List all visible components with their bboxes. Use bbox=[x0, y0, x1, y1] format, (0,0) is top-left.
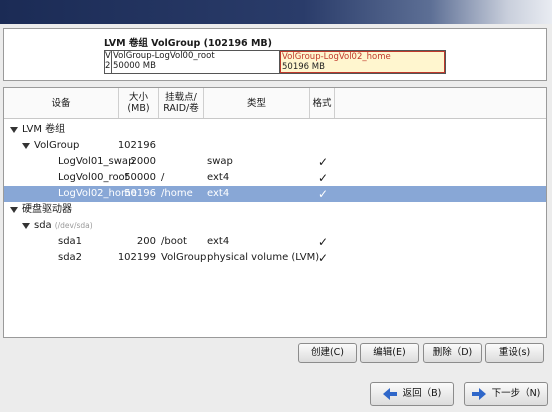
table-header: 设备 大小 (MB) 挂载点/ RAID/卷 类型 格式 bbox=[4, 88, 546, 119]
row-device-label: LVM 卷组 bbox=[22, 124, 66, 135]
row-device: LVM 卷组 bbox=[22, 122, 65, 138]
table-row[interactable]: LogVol00_root 50000 / ext4 ✓ bbox=[4, 170, 546, 186]
row-device-label: sda2 bbox=[58, 252, 83, 263]
row-type: ext4 bbox=[207, 188, 230, 199]
row-type: swap bbox=[207, 156, 233, 167]
format-check-icon[interactable]: ✓ bbox=[316, 170, 330, 186]
segment-root[interactable]: VolGroup-LogVol00_root 50000 MB bbox=[112, 51, 280, 73]
table-row[interactable]: sda (/dev/sda) bbox=[4, 218, 546, 234]
segment-home-size: 50196 MB bbox=[282, 62, 325, 72]
segment-swap[interactable]: V 2 bbox=[105, 51, 112, 73]
row-device: LogVol00_root bbox=[58, 170, 129, 186]
row-device: sda2 bbox=[58, 250, 82, 266]
row-device-label: 硬盘驱动器 bbox=[22, 204, 72, 215]
table-row[interactable]: VolGroup 102196 bbox=[4, 138, 546, 154]
edit-button[interactable]: 编辑(E) bbox=[360, 343, 419, 363]
row-size: 102196 bbox=[117, 140, 156, 151]
table-row[interactable]: LVM 卷组 bbox=[4, 122, 546, 138]
table-row[interactable]: LogVol01_swap 2000 swap ✓ bbox=[4, 154, 546, 170]
segment-swap-label: V 2 bbox=[105, 51, 111, 71]
row-device-label: VolGroup bbox=[34, 140, 80, 151]
next-button[interactable]: 下一步（N) bbox=[464, 382, 548, 406]
row-device-label: LogVol01_swap bbox=[58, 156, 135, 167]
row-mount: VolGroup bbox=[161, 252, 207, 263]
device-tree[interactable]: 设备 大小 (MB) 挂载点/ RAID/卷 类型 格式 LVM 卷组 VolGr… bbox=[3, 87, 547, 338]
column-header-size[interactable]: 大小 (MB) bbox=[119, 88, 159, 118]
row-device: LogVol01_swap bbox=[58, 154, 134, 170]
row-size: 200 bbox=[136, 236, 156, 247]
column-header-device[interactable]: 设备 bbox=[4, 88, 119, 118]
row-device: sda (/dev/sda) bbox=[34, 218, 93, 234]
row-device: sda1 bbox=[58, 234, 82, 250]
create-button[interactable]: 创建(C) bbox=[298, 343, 357, 363]
table-row[interactable]: LogVol02_home 50196/home ext4 ✓ bbox=[4, 186, 546, 202]
volume-group-title: LVM 卷组 VolGroup (102196 MB) bbox=[104, 38, 273, 49]
table-row[interactable]: 硬盘驱动器 bbox=[4, 202, 546, 218]
delete-button[interactable]: 删除（D) bbox=[423, 343, 482, 363]
row-device-label: sda1 bbox=[58, 236, 83, 247]
table-row[interactable]: sda2 102199 VolGroup physical volume (LVM) ✓ bbox=[4, 250, 546, 266]
row-type: ext4 bbox=[207, 236, 230, 247]
expander-triangle-icon[interactable] bbox=[10, 207, 18, 213]
header-banner bbox=[0, 0, 552, 24]
row-device-path: (/dev/sda) bbox=[54, 221, 93, 230]
row-mount: / bbox=[161, 172, 165, 183]
column-header-format[interactable]: 格式 bbox=[310, 88, 335, 118]
table-row[interactable]: sda1 200/boot ext4 ✓ bbox=[4, 234, 546, 250]
format-check-icon[interactable]: ✓ bbox=[316, 186, 330, 202]
segment-root-name: VolGroup-LogVol00_root bbox=[113, 51, 215, 61]
back-button-label: 返回（B) bbox=[402, 388, 442, 399]
row-device-label: LogVol00_root bbox=[58, 172, 129, 183]
segment-home-name: VolGroup-LogVol02_home bbox=[282, 52, 391, 62]
column-header-mount[interactable]: 挂载点/ RAID/卷 bbox=[159, 88, 204, 118]
row-type: physical volume (LVM) bbox=[207, 252, 320, 263]
back-arrow-icon bbox=[382, 387, 397, 400]
volume-group-bar: V 2 VolGroup-LogVol00_root 50000 MB VolG… bbox=[104, 50, 446, 74]
row-size: 50000 bbox=[124, 172, 156, 183]
expander-triangle-icon[interactable] bbox=[10, 127, 18, 133]
expander-triangle-icon[interactable] bbox=[22, 223, 30, 229]
column-header-type[interactable]: 类型 bbox=[204, 88, 310, 118]
reset-button[interactable]: 重设(s) bbox=[485, 343, 544, 363]
row-size: 50196 bbox=[124, 188, 156, 199]
format-check-icon[interactable]: ✓ bbox=[316, 154, 330, 170]
row-device: VolGroup bbox=[34, 138, 79, 154]
expander-triangle-icon[interactable] bbox=[22, 143, 30, 149]
back-button[interactable]: 返回（B) bbox=[370, 382, 454, 406]
row-device-label: sda bbox=[34, 220, 52, 231]
row-type: ext4 bbox=[207, 172, 230, 183]
row-mount: /boot bbox=[161, 236, 187, 247]
next-button-label: 下一步（N) bbox=[491, 388, 541, 399]
row-mount: /home bbox=[161, 188, 193, 199]
row-device: 硬盘驱动器 bbox=[22, 202, 72, 218]
row-size: 102199 bbox=[117, 252, 156, 263]
segment-home[interactable]: VolGroup-LogVol02_home 50196 MB bbox=[280, 51, 445, 73]
volume-group-panel: LVM 卷组 VolGroup (102196 MB) V 2 VolGroup… bbox=[3, 28, 547, 81]
format-check-icon[interactable]: ✓ bbox=[316, 234, 330, 250]
segment-root-size: 50000 MB bbox=[113, 61, 156, 71]
next-arrow-icon bbox=[471, 387, 486, 400]
format-check-icon[interactable]: ✓ bbox=[316, 250, 330, 266]
row-size: 2000 bbox=[130, 156, 156, 167]
